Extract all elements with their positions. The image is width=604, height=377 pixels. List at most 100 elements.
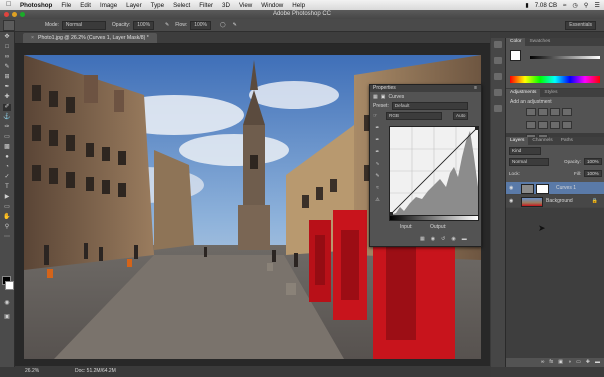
- menu-layer[interactable]: Layer: [126, 2, 141, 9]
- link-layers-icon[interactable]: ∞: [541, 358, 545, 367]
- add-mask-icon[interactable]: ▣: [558, 358, 563, 367]
- new-adjustment-layer-icon[interactable]: ◑: [568, 358, 571, 367]
- shape-tool-icon[interactable]: ▭: [3, 204, 11, 211]
- curves-icon[interactable]: [550, 108, 560, 116]
- panel-menu-icon[interactable]: ≡: [474, 85, 477, 92]
- menu-edit[interactable]: Edit: [80, 2, 91, 9]
- menu-select[interactable]: Select: [173, 2, 190, 9]
- type-tool-icon[interactable]: T: [3, 184, 11, 191]
- brush-tool-icon[interactable]: ✐: [3, 104, 11, 111]
- dodge-tool-icon[interactable]: ◔: [3, 164, 11, 171]
- tab-styles[interactable]: Styles: [540, 89, 561, 97]
- history-panel-icon[interactable]: [494, 41, 502, 48]
- close-tab-icon[interactable]: ×: [31, 35, 34, 41]
- menu-file[interactable]: File: [61, 2, 71, 9]
- pen-tool-icon[interactable]: ✓: [3, 174, 11, 181]
- clipping-warning-icon[interactable]: ⚠: [373, 197, 382, 203]
- menu-help[interactable]: Help: [292, 2, 305, 9]
- menu-image[interactable]: Image: [100, 2, 117, 9]
- blend-mode-select[interactable]: Normal: [509, 158, 549, 166]
- exposure-icon[interactable]: [562, 108, 572, 116]
- clock-icon[interactable]: ◷: [572, 2, 577, 9]
- smooth-curve-icon[interactable]: ≈: [373, 185, 382, 191]
- paragraph-panel-icon[interactable]: [494, 105, 502, 112]
- new-layer-icon[interactable]: ✚: [586, 358, 590, 367]
- background-color-swatch[interactable]: [5, 281, 14, 290]
- menu-view[interactable]: View: [239, 2, 252, 9]
- clip-to-layer-icon[interactable]: ▦: [420, 236, 425, 242]
- crop-tool-icon[interactable]: ⊞: [3, 74, 11, 81]
- auto-button[interactable]: Auto: [453, 112, 469, 120]
- pressure-opacity-icon[interactable]: ✎: [165, 22, 169, 28]
- color-balance-icon[interactable]: [550, 121, 560, 129]
- move-tool-icon[interactable]: ✥: [3, 34, 11, 41]
- lasso-tool-icon[interactable]: ∞: [3, 54, 11, 61]
- brightness-contrast-icon[interactable]: [526, 108, 536, 116]
- blur-tool-icon[interactable]: ●: [3, 154, 11, 161]
- fill-input[interactable]: 100%: [584, 170, 602, 177]
- menu-window[interactable]: Window: [261, 2, 283, 9]
- layer-style-icon[interactable]: fx: [549, 358, 553, 367]
- on-image-adjust-icon[interactable]: ☞: [373, 113, 383, 119]
- sample-gray-point-icon[interactable]: ✒: [373, 137, 382, 143]
- document-tab[interactable]: × Photo1.jpg @ 26.2% (Curves 1, Layer Mas…: [23, 33, 157, 43]
- battery-icon[interactable]: ▮: [525, 2, 528, 9]
- sample-black-point-icon[interactable]: ✒: [373, 125, 382, 131]
- black-white-icon[interactable]: [562, 121, 572, 129]
- delete-adjustment-icon[interactable]: ▬: [462, 236, 467, 242]
- minimize-window-button[interactable]: [12, 12, 17, 17]
- history-brush-tool-icon[interactable]: ✑: [3, 124, 11, 131]
- quick-mask-icon[interactable]: ◉: [3, 300, 11, 307]
- foreground-color-chip[interactable]: [510, 50, 521, 61]
- visibility-eye-icon[interactable]: ◉: [509, 182, 513, 194]
- levels-icon[interactable]: [538, 108, 548, 116]
- workspace-switcher[interactable]: Essentials: [565, 21, 596, 30]
- list-icon[interactable]: ☰: [594, 2, 600, 9]
- healing-brush-tool-icon[interactable]: ✚: [3, 94, 11, 101]
- opacity-input[interactable]: 100%: [133, 20, 155, 30]
- menu-filter[interactable]: Filter: [199, 2, 213, 9]
- search-icon[interactable]: ⚲: [584, 2, 589, 9]
- layer-row-curves[interactable]: ◉ Curves 1: [506, 182, 604, 195]
- toggle-visibility-icon[interactable]: ◉: [451, 236, 455, 242]
- lightness-slider[interactable]: [530, 56, 600, 59]
- character-panel-icon[interactable]: [494, 89, 502, 96]
- eyedropper-tool-icon[interactable]: ✒: [3, 84, 11, 91]
- edit-points-icon[interactable]: ∿: [373, 161, 382, 167]
- vibrance-icon[interactable]: [526, 121, 536, 129]
- draw-curve-icon[interactable]: ✎: [373, 173, 382, 179]
- curves-graph[interactable]: [389, 126, 479, 216]
- eraser-tool-icon[interactable]: ▭: [3, 134, 11, 141]
- layer-name[interactable]: Curves 1: [556, 182, 576, 194]
- preset-select[interactable]: Default: [391, 102, 468, 110]
- zoom-window-button[interactable]: [20, 12, 25, 17]
- delete-layer-icon[interactable]: ▬: [595, 358, 600, 367]
- reset-icon[interactable]: ↺: [441, 236, 445, 242]
- marquee-tool-icon[interactable]: □: [3, 44, 11, 51]
- layer-name[interactable]: Background: [546, 195, 573, 207]
- document-info[interactable]: Doc: 51.2M/64.2M: [75, 366, 116, 377]
- apple-icon[interactable]: : [6, 1, 14, 9]
- color-spectrum[interactable]: [510, 76, 600, 83]
- zoom-tool-icon[interactable]: ⚲: [3, 224, 11, 231]
- sample-white-point-icon[interactable]: ✒: [373, 149, 382, 155]
- clone-stamp-tool-icon[interactable]: ⚓: [3, 114, 11, 121]
- tool-preset-picker[interactable]: [3, 19, 15, 31]
- tab-channels[interactable]: Channels: [528, 137, 556, 145]
- info-panel-icon[interactable]: [494, 73, 502, 80]
- tab-swatches[interactable]: Swatches: [525, 38, 554, 46]
- menu-type[interactable]: Type: [151, 2, 164, 9]
- tab-paths[interactable]: Paths: [557, 137, 577, 145]
- gradient-tool-icon[interactable]: ▩: [3, 144, 11, 151]
- zoom-level[interactable]: 26.2%: [25, 366, 39, 377]
- visibility-eye-icon[interactable]: ◉: [509, 195, 513, 207]
- flow-input[interactable]: 100%: [190, 20, 211, 30]
- pressure-size-icon[interactable]: ✎: [233, 22, 237, 28]
- layer-opacity-input[interactable]: 100%: [584, 158, 602, 165]
- wifi-icon[interactable]: ≈: [563, 2, 566, 9]
- layer-row-background[interactable]: ◉ Background 🔒: [506, 195, 604, 208]
- layer-mask-icon[interactable]: ▣: [381, 94, 386, 100]
- hand-tool-icon[interactable]: ✋: [3, 214, 11, 221]
- hue-saturation-icon[interactable]: [538, 121, 548, 129]
- layer-mask-thumbnail[interactable]: [536, 184, 549, 194]
